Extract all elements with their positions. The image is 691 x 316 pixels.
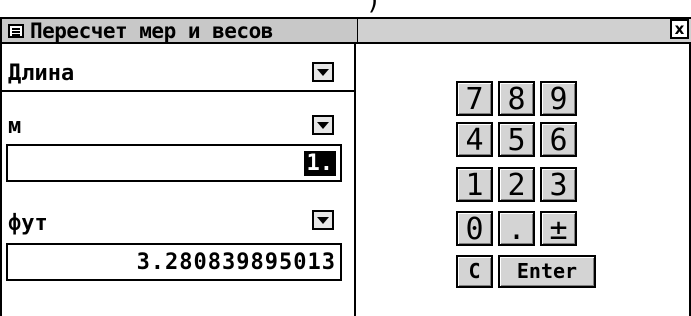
numeric-keypad: 7 8 9 4 5 6 1 2 3 0 . ± C Enter [356, 44, 689, 316]
from-value-field[interactable]: 1. [6, 144, 342, 182]
key-8[interactable]: 8 [498, 81, 535, 117]
title-bar-active: Пересчет мер и весов [2, 19, 357, 42]
category-dropdown-icon[interactable] [312, 62, 334, 82]
key-decimal[interactable]: . [498, 211, 535, 247]
key-4[interactable]: 4 [456, 122, 493, 158]
window-title: Пересчет мер и весов [30, 19, 273, 43]
app-window-icon [8, 24, 24, 38]
key-plus-minus[interactable]: ± [540, 211, 577, 247]
key-0[interactable]: 0 [456, 211, 493, 247]
to-value: 3.280839895013 [136, 250, 336, 275]
key-5[interactable]: 5 [498, 122, 535, 158]
key-7[interactable]: 7 [456, 81, 493, 117]
to-value-field: 3.280839895013 [6, 243, 342, 281]
key-9[interactable]: 9 [540, 81, 577, 117]
key-enter[interactable]: Enter [498, 255, 596, 288]
title-bar-extension [358, 19, 691, 42]
close-icon[interactable]: x [670, 19, 689, 39]
from-value: 1. [303, 151, 336, 176]
conversion-panel: Длина м 1. фут 3.280839895013 [0, 44, 354, 316]
key-2[interactable]: 2 [498, 167, 535, 203]
from-unit-select-label[interactable]: м [8, 115, 21, 139]
title-bar: Пересчет мер и весов x [0, 17, 691, 44]
key-clear[interactable]: C [456, 255, 493, 288]
top-edge: ) [0, 0, 691, 17]
top-fragment: ) [368, 0, 379, 16]
category-select-label[interactable]: Длина [8, 62, 74, 86]
to-unit-select-label[interactable]: фут [8, 212, 48, 236]
key-6[interactable]: 6 [540, 122, 577, 158]
from-unit-dropdown-icon[interactable] [312, 115, 334, 135]
separator [2, 90, 354, 92]
key-1[interactable]: 1 [456, 167, 493, 203]
key-3[interactable]: 3 [540, 167, 577, 203]
to-unit-dropdown-icon[interactable] [312, 210, 334, 230]
